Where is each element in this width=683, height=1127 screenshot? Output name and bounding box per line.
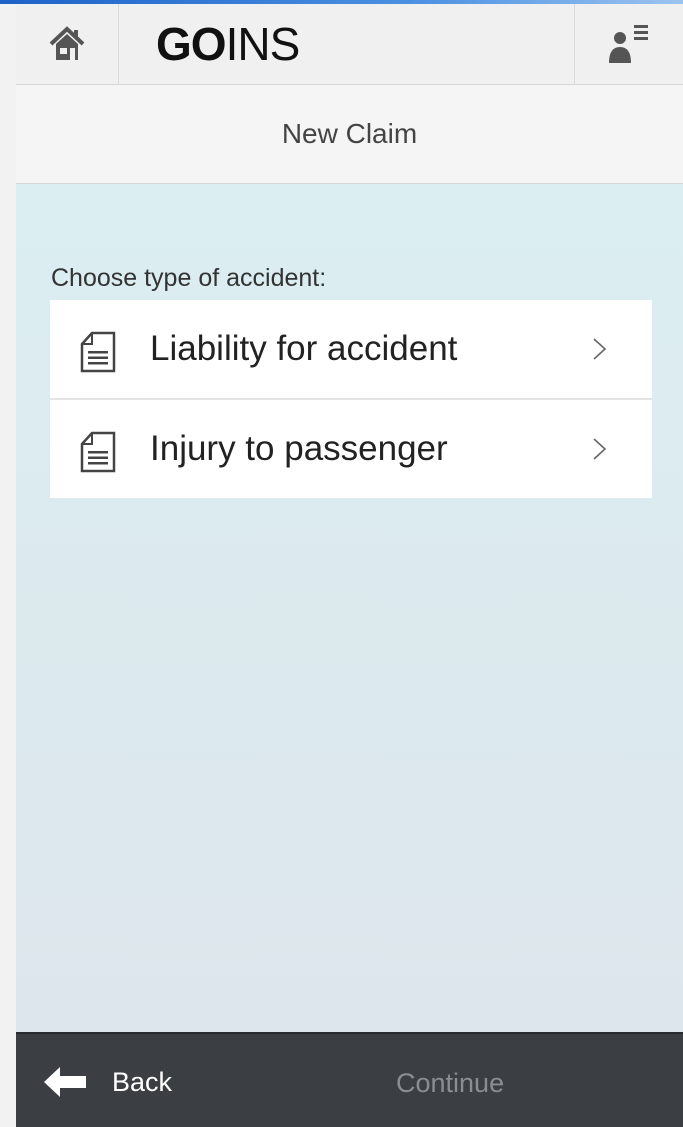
bottom-action-bar: Back Continue — [16, 1032, 683, 1127]
user-menu-button[interactable] — [574, 4, 683, 84]
main-content: Choose type of accident: Liability for a… — [16, 184, 683, 1032]
back-label: Back — [112, 1066, 173, 1097]
option-label: Liability for accident — [150, 329, 458, 368]
app-container: GO INS New Claim Choose type of accident: — [16, 0, 683, 1127]
home-icon — [49, 26, 85, 60]
option-liability-for-accident[interactable]: Liability for accident — [50, 300, 652, 398]
home-button[interactable] — [16, 4, 119, 84]
back-button[interactable]: Back — [42, 1062, 172, 1102]
page-title-bar: New Claim — [16, 85, 683, 184]
logo-bold: GO — [156, 18, 227, 70]
continue-button[interactable]: Continue — [396, 1068, 504, 1099]
app-logo: GO INS — [156, 10, 301, 78]
accident-type-list: Liability for accident Injury to passeng… — [50, 300, 652, 498]
chevron-right-icon — [593, 338, 607, 360]
option-label: Injury to passenger — [150, 429, 448, 468]
arrow-left-icon — [44, 1067, 86, 1097]
user-menu-icon — [609, 25, 648, 63]
document-icon — [80, 331, 116, 373]
page-title: New Claim — [281, 118, 418, 149]
top-bar: GO INS — [16, 4, 683, 85]
logo-light: INS — [225, 18, 301, 70]
option-injury-to-passenger[interactable]: Injury to passenger — [50, 398, 652, 498]
document-icon — [80, 431, 116, 473]
accident-type-prompt: Choose type of accident: — [51, 264, 327, 292]
chevron-right-icon — [593, 438, 607, 460]
